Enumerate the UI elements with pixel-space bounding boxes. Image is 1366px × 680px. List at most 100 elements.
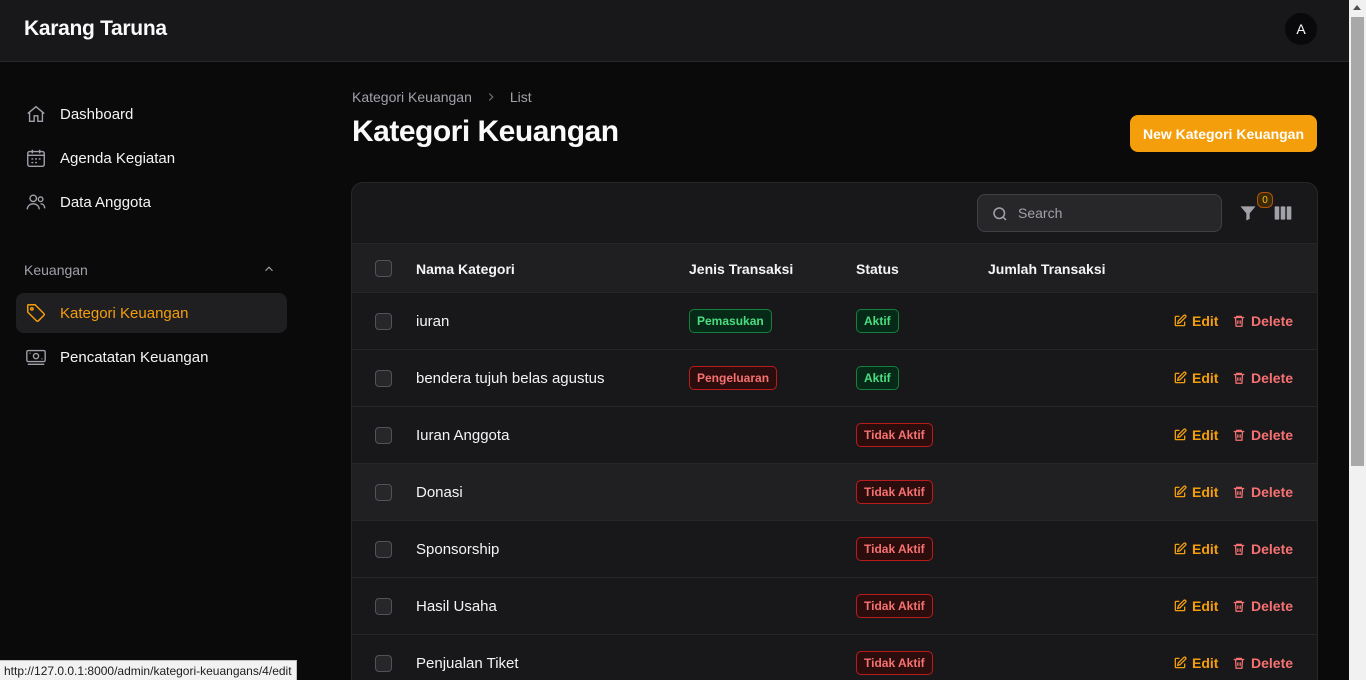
cell-nama-kategori: Donasi: [416, 484, 463, 501]
sidebar-item-data-anggota[interactable]: Data Anggota: [16, 182, 287, 222]
user-avatar[interactable]: A: [1285, 13, 1317, 45]
delete-label: Delete: [1251, 313, 1294, 329]
delete-button[interactable]: Delete: [1232, 313, 1293, 329]
sidebar-item-agenda-kegiatan[interactable]: Agenda Kegiatan: [16, 138, 287, 178]
table-row[interactable]: iuran Pemasukan Aktif Edit Delete: [352, 293, 1317, 350]
row-checkbox[interactable]: [375, 541, 392, 558]
sidebar-group-keuangan[interactable]: Keuangan: [24, 262, 88, 278]
row-checkbox[interactable]: [375, 655, 392, 672]
jenis-transaksi-badge: Pengeluaran: [689, 366, 778, 390]
column-header-jenis-transaksi[interactable]: Jenis Transaksi: [689, 261, 793, 277]
sidebar-item-pencatatan-keuangan[interactable]: Pencatatan Keuangan: [16, 337, 287, 377]
delete-button[interactable]: Delete: [1232, 427, 1293, 443]
edit-button[interactable]: Edit: [1173, 598, 1218, 614]
status-badge: Tidak Aktif: [856, 594, 933, 618]
edit-button[interactable]: Edit: [1173, 655, 1218, 671]
delete-label: Delete: [1251, 655, 1294, 671]
trash-icon: [1233, 543, 1245, 555]
cell-nama-kategori: Penjualan Tiket: [416, 655, 519, 672]
scrollbar-thumb[interactable]: [1351, 17, 1364, 466]
table-toolbar: 0: [352, 183, 1317, 244]
delete-label: Delete: [1251, 598, 1294, 614]
sidebar: Dashboard Agenda Kegiatan Data Anggota K…: [0, 62, 310, 680]
table-row[interactable]: bendera tujuh belas agustus Pengeluaran Ak…: [352, 350, 1317, 407]
delete-button[interactable]: Delete: [1232, 541, 1293, 557]
trash-icon: [1233, 486, 1245, 498]
delete-label: Delete: [1251, 484, 1294, 500]
sidebar-item-label: Pencatatan Keuangan: [60, 349, 209, 366]
browser-status-url: http://127.0.0.1:8000/admin/kategori-keu…: [0, 660, 297, 680]
table-row[interactable]: Penjualan Tiket Tidak Aktif Edit Delete: [352, 635, 1317, 680]
sidebar-item-dashboard[interactable]: Dashboard: [16, 94, 287, 134]
table-row[interactable]: Iuran Anggota Tidak Aktif Edit Delete: [352, 407, 1317, 464]
edit-button[interactable]: Edit: [1173, 313, 1218, 329]
sidebar-item-label: Agenda Kegiatan: [60, 150, 176, 167]
cash-icon: [26, 349, 46, 366]
users-icon: [26, 194, 46, 210]
status-badge: Aktif: [856, 309, 899, 333]
search-box[interactable]: [977, 194, 1222, 232]
table-header: Nama Kategori Jenis Transaksi Status Jum…: [352, 244, 1317, 293]
table-card: 0 Nama Kategori Jenis Transaksi Status J…: [351, 182, 1318, 680]
trash-icon: [1233, 600, 1245, 612]
cell-nama-kategori: iuran: [416, 313, 450, 330]
status-badge: Tidak Aktif: [856, 537, 933, 561]
delete-button[interactable]: Delete: [1232, 484, 1293, 500]
status-badge: Tidak Aktif: [856, 480, 933, 504]
jenis-transaksi-badge: Pemasukan: [689, 309, 772, 333]
breadcrumb-current: List: [509, 89, 532, 105]
edit-button[interactable]: Edit: [1173, 370, 1218, 386]
filter-count-badge: 0: [1257, 192, 1273, 208]
table-row[interactable]: Donasi Tidak Aktif Edit Delete: [352, 464, 1317, 521]
cell-nama-kategori: bendera tujuh belas agustus: [416, 370, 605, 387]
search-input[interactable]: [1018, 195, 1213, 231]
row-checkbox[interactable]: [375, 370, 392, 387]
edit-label: Edit: [1192, 427, 1219, 443]
row-checkbox[interactable]: [375, 484, 392, 501]
trash-icon: [1233, 372, 1245, 384]
page-scrollbar[interactable]: [1349, 0, 1366, 680]
delete-label: Delete: [1251, 370, 1294, 386]
column-header-jumlah-transaksi[interactable]: Jumlah Transaksi: [988, 261, 1106, 277]
trash-icon: [1233, 429, 1245, 441]
trash-icon: [1233, 315, 1245, 327]
home-icon: [27, 105, 45, 123]
edit-label: Edit: [1192, 313, 1219, 329]
chevron-up-icon[interactable]: [262, 262, 276, 276]
row-checkbox[interactable]: [375, 313, 392, 330]
app-title[interactable]: Karang Taruna: [24, 17, 167, 41]
edit-button[interactable]: Edit: [1173, 484, 1218, 500]
breadcrumb-parent[interactable]: Kategori Keuangan: [352, 89, 472, 105]
filter-icon[interactable]: [1238, 203, 1258, 223]
new-kategori-keuangan-button[interactable]: New Kategori Keuangan: [1130, 115, 1317, 152]
column-header-nama-kategori[interactable]: Nama Kategori: [416, 261, 515, 277]
calendar-icon: [27, 149, 45, 167]
edit-icon: [1174, 485, 1187, 498]
row-checkbox[interactable]: [375, 427, 392, 444]
column-header-status[interactable]: Status: [856, 261, 899, 277]
delete-button[interactable]: Delete: [1232, 655, 1293, 671]
row-checkbox[interactable]: [375, 598, 392, 615]
edit-button[interactable]: Edit: [1173, 541, 1218, 557]
trash-icon: [1233, 657, 1245, 669]
scroll-up-arrow-icon[interactable]: [1353, 5, 1361, 10]
edit-label: Edit: [1192, 541, 1219, 557]
columns-icon[interactable]: [1273, 203, 1293, 223]
breadcrumb: Kategori Keuangan List: [352, 89, 532, 105]
edit-icon: [1174, 428, 1187, 441]
edit-icon: [1174, 542, 1187, 555]
edit-label: Edit: [1192, 370, 1219, 386]
delete-label: Delete: [1251, 541, 1294, 557]
edit-icon: [1174, 599, 1187, 612]
table-row[interactable]: Sponsorship Tidak Aktif Edit Delete: [352, 521, 1317, 578]
sidebar-item-kategori-keuangan[interactable]: Kategori Keuangan: [16, 293, 287, 333]
edit-icon: [1174, 314, 1187, 327]
table-row[interactable]: Hasil Usaha Tidak Aktif Edit Delete: [352, 578, 1317, 635]
delete-button[interactable]: Delete: [1232, 598, 1293, 614]
cell-nama-kategori: Hasil Usaha: [416, 598, 497, 615]
edit-icon: [1174, 371, 1187, 384]
select-all-checkbox[interactable]: [375, 260, 392, 277]
edit-button[interactable]: Edit: [1173, 427, 1218, 443]
delete-button[interactable]: Delete: [1232, 370, 1293, 386]
tag-icon: [27, 304, 45, 322]
